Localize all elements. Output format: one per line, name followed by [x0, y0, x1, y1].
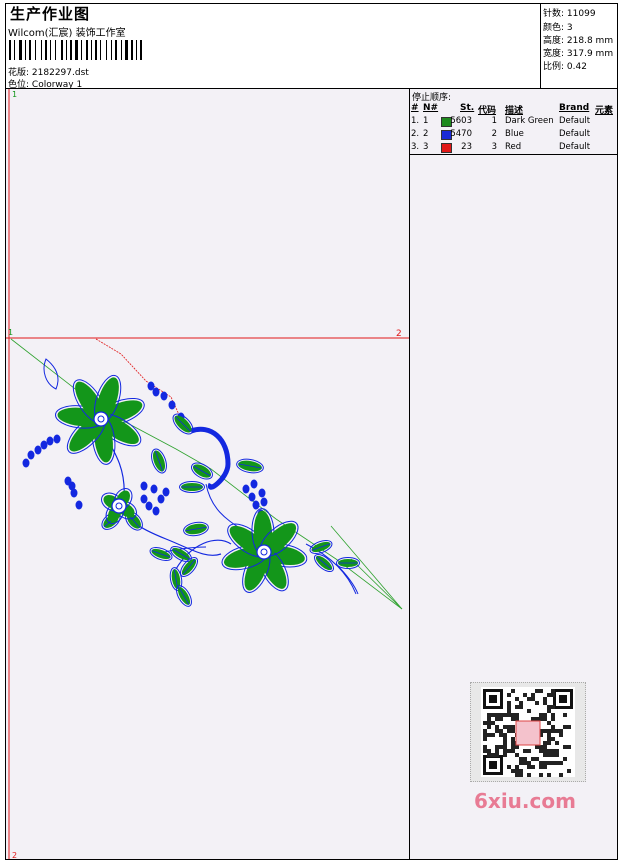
row-description: Blue	[505, 129, 524, 139]
row-code: 3	[491, 142, 497, 152]
stop-sequence-title: 停止顺序:	[412, 93, 452, 103]
header-panel: 生产作业图 Wilcom(汇宸) 装饰工作室 花版: 2182297.dst 色…	[5, 3, 541, 90]
marker-bottom-left: 2	[12, 851, 17, 860]
design-canvas: 1 1 2 2	[5, 88, 410, 860]
stem-segment	[205, 483, 242, 530]
row-code: 2	[491, 129, 497, 139]
barcode	[9, 40, 142, 60]
stats-panel: 针数: 11099 颜色: 3 高度: 218.8 mm 宽度: 317.9 m…	[540, 3, 618, 89]
stat-stitches: 针数: 11099	[543, 9, 596, 19]
marker-mid-right: 2	[396, 329, 402, 339]
embroidery-design: 1 1 2 2	[6, 89, 409, 860]
col-brand: Brand	[559, 103, 590, 113]
stat-colors: 颜色: 3	[543, 23, 573, 33]
row-index: 2.	[411, 129, 420, 139]
studio-name: Wilcom(汇宸) 装饰工作室	[8, 28, 126, 39]
stat-width: 宽度: 317.9 mm	[543, 49, 614, 59]
col-needle: N#	[423, 103, 439, 113]
col-description: 描述	[505, 106, 524, 116]
row-needle: 2	[423, 129, 429, 139]
row-needle: 3	[423, 142, 429, 152]
row-stitches: 5470	[450, 129, 472, 139]
row-index: 1.	[411, 116, 420, 126]
stat-height: 高度: 218.8 mm	[543, 36, 614, 46]
stat-scale: 比例: 0.42	[543, 62, 587, 72]
main-stem	[100, 428, 222, 556]
col-stitches: St.	[460, 103, 475, 113]
row-brand: Default	[559, 116, 591, 126]
col-index: #	[411, 103, 419, 113]
qr-code	[470, 682, 586, 782]
col-code: 代码	[478, 106, 497, 116]
berry-clusters	[22, 381, 268, 519]
panel-divider	[410, 154, 617, 155]
color-swatch	[441, 143, 452, 153]
row-index: 3.	[411, 142, 420, 152]
row-description: Red	[505, 142, 522, 152]
row-code: 1	[491, 116, 497, 126]
row-brand: Default	[559, 129, 591, 139]
marker-top-left: 1	[12, 90, 17, 99]
row-description: Dark Green	[505, 116, 554, 126]
row-needle: 1	[423, 116, 429, 126]
marker-mid-left: 1	[8, 328, 13, 337]
page-title: 生产作业图	[10, 5, 91, 23]
row-stitches: 5603	[450, 116, 472, 126]
watermark-text: 6xiu.com	[474, 789, 576, 813]
row-stitches: 23	[461, 142, 472, 152]
row-brand: Default	[559, 142, 591, 152]
col-element: 元素	[595, 106, 614, 116]
